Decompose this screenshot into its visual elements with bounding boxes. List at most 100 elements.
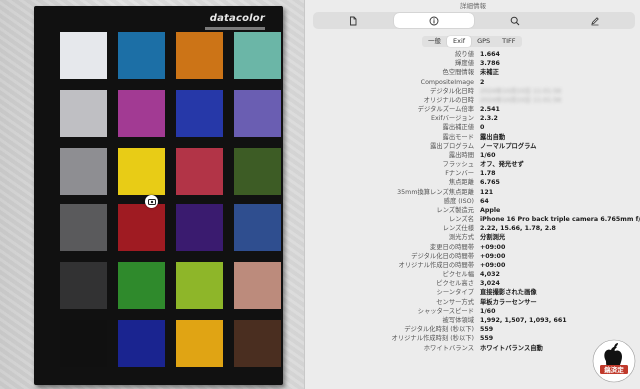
exif-row: Exifバージョン 2.3.2 — [305, 114, 640, 123]
exif-label: Fナンバー — [445, 170, 474, 178]
inspector-toolbar — [313, 12, 635, 29]
segment-general[interactable]: 一般 — [422, 36, 447, 47]
exif-label: ピクセル幅 — [442, 271, 474, 279]
tab-keywords[interactable] — [475, 12, 555, 29]
exif-value: 1/60 — [480, 151, 496, 159]
exif-label: センサー方式 — [436, 298, 474, 306]
exif-label: ピクセル高さ — [436, 280, 474, 288]
exif-row: オリジナル作成日の時間帯 +09:00 — [305, 261, 640, 270]
svg-text:鎬済定: 鎬済定 — [604, 365, 624, 374]
brand-underline — [205, 27, 265, 30]
exif-value: 64 — [480, 197, 489, 205]
exif-value: 1.664 — [480, 51, 500, 58]
color-swatch — [176, 320, 223, 367]
color-swatch — [176, 90, 223, 137]
exif-value: +09:00 — [480, 261, 506, 269]
color-swatch — [60, 204, 107, 251]
window-title: 詳細情報 — [460, 2, 486, 10]
exif-row: 測光方式 分割測光 — [305, 233, 640, 242]
exif-value: 2.541 — [480, 106, 500, 114]
image-overlay-icon[interactable] — [145, 195, 158, 208]
exif-value: 3.786 — [480, 60, 500, 68]
exif-label: Exifバージョン — [430, 115, 474, 123]
exif-row: 35mm換算レンズ焦点距離 121 — [305, 188, 640, 197]
color-swatch — [60, 90, 107, 137]
exif-value: 分割測光 — [480, 234, 506, 242]
exif-label: 露出時間 — [448, 151, 474, 159]
tab-general-info[interactable] — [313, 12, 393, 29]
magnifier-icon — [510, 16, 520, 25]
exif-row: 輝度値 3.786 — [305, 59, 640, 68]
exif-row: デジタルズーム倍率 2.541 — [305, 105, 640, 114]
exif-row: Fナンバー 1.78 — [305, 169, 640, 178]
exif-label: デジタル化時刻 (秒以下) — [404, 326, 474, 334]
exif-row: ピクセル幅 4,032 — [305, 270, 640, 279]
tab-more-info[interactable] — [394, 13, 474, 28]
tab-annotations[interactable] — [555, 12, 635, 29]
segment-gps[interactable]: GPS — [471, 36, 496, 47]
exif-row: シーンタイプ 直接撮影された画像 — [305, 288, 640, 297]
exif-row: オリジナルの日時 2024年10月10日 11:01:56 — [305, 96, 640, 105]
color-swatch — [234, 320, 281, 367]
color-swatch — [234, 148, 281, 195]
exif-label: 露出モード — [442, 133, 474, 141]
color-swatch — [118, 262, 165, 309]
exif-label: ホワイトバランス — [423, 344, 474, 352]
exif-label: レンズ製造元 — [436, 206, 474, 214]
exif-value: 559 — [480, 326, 494, 334]
exif-label: デジタル化日時 — [430, 87, 474, 95]
color-checker-chart: datacolor — [34, 6, 283, 385]
exif-value-redacted: 2024年10月10日 11:01:56 — [480, 87, 562, 95]
color-swatch — [176, 204, 223, 251]
exif-row: デジタル化日時 2024年10月10日 11:01:56 — [305, 87, 640, 96]
exif-row: 絞り値 1.664 — [305, 50, 640, 59]
color-swatch — [234, 90, 281, 137]
exif-value: 未補正 — [480, 69, 499, 77]
exif-value: 1.78 — [480, 170, 496, 178]
color-swatch — [118, 320, 165, 367]
exif-value: Apple — [480, 206, 501, 214]
exif-label: 露出プログラム — [430, 142, 474, 150]
exif-label: オリジナル作成時刻 (秒以下) — [391, 335, 474, 343]
exif-value: 559 — [480, 335, 494, 343]
info-icon — [429, 16, 439, 25]
exif-value: ホワイトバランス自動 — [480, 344, 543, 352]
exif-row: 被写体領域 1,992, 1,507, 1,093, 661 — [305, 316, 640, 325]
exif-value: 2.3.2 — [480, 115, 498, 123]
exif-label: オリジナル作成日の時間帯 — [398, 261, 474, 269]
exif-value: ノーマルプログラム — [480, 142, 537, 150]
segment-tiff[interactable]: TIFF — [496, 36, 521, 47]
exif-label: シーンタイプ — [436, 289, 474, 297]
exif-value: 4,032 — [480, 271, 500, 279]
exif-row: デジタル化日の時間帯 +09:00 — [305, 252, 640, 261]
color-swatch — [234, 262, 281, 309]
watermark-logo: 鎬済定 — [592, 339, 636, 383]
exif-label: 測光方式 — [448, 234, 474, 242]
color-swatch — [60, 32, 107, 79]
exif-value-redacted: 2024年10月10日 11:01:56 — [480, 96, 562, 104]
exif-value: 2.22, 15.66, 1.78, 2.8 — [480, 225, 556, 233]
exif-row: レンズ名 iPhone 16 Pro back triple camera 6.7… — [305, 215, 640, 224]
exif-value: 直接撮影された画像 — [480, 289, 537, 297]
photo-icon — [147, 198, 156, 205]
segment-exif[interactable]: Exif — [447, 36, 472, 47]
color-swatch — [234, 204, 281, 251]
color-swatch — [176, 32, 223, 79]
exif-label: 被写体領域 — [442, 316, 474, 324]
exif-value: 121 — [480, 188, 494, 196]
color-swatch — [118, 148, 165, 195]
exif-row: シャッタースピード 1/60 — [305, 307, 640, 316]
exif-label: オリジナルの日時 — [423, 96, 474, 104]
exif-label: 色空間情報 — [442, 69, 474, 77]
pencil-icon — [591, 16, 599, 25]
exif-row: 焦点距離 6.765 — [305, 178, 640, 187]
exif-value: 0 — [480, 124, 485, 132]
color-swatch — [118, 90, 165, 137]
exif-value: 露出自動 — [480, 133, 506, 141]
exif-row: CompositeImage 2 — [305, 78, 640, 87]
color-swatch — [60, 320, 107, 367]
exif-row: デジタル化時刻 (秒以下) 559 — [305, 325, 640, 334]
document-icon — [350, 16, 357, 25]
exif-value: オフ、発光せず — [480, 161, 524, 169]
exif-table: 絞り値 1.664 輝度値 3.786 色空間情報 未補正 CompositeImage 2 デ… — [305, 50, 640, 353]
